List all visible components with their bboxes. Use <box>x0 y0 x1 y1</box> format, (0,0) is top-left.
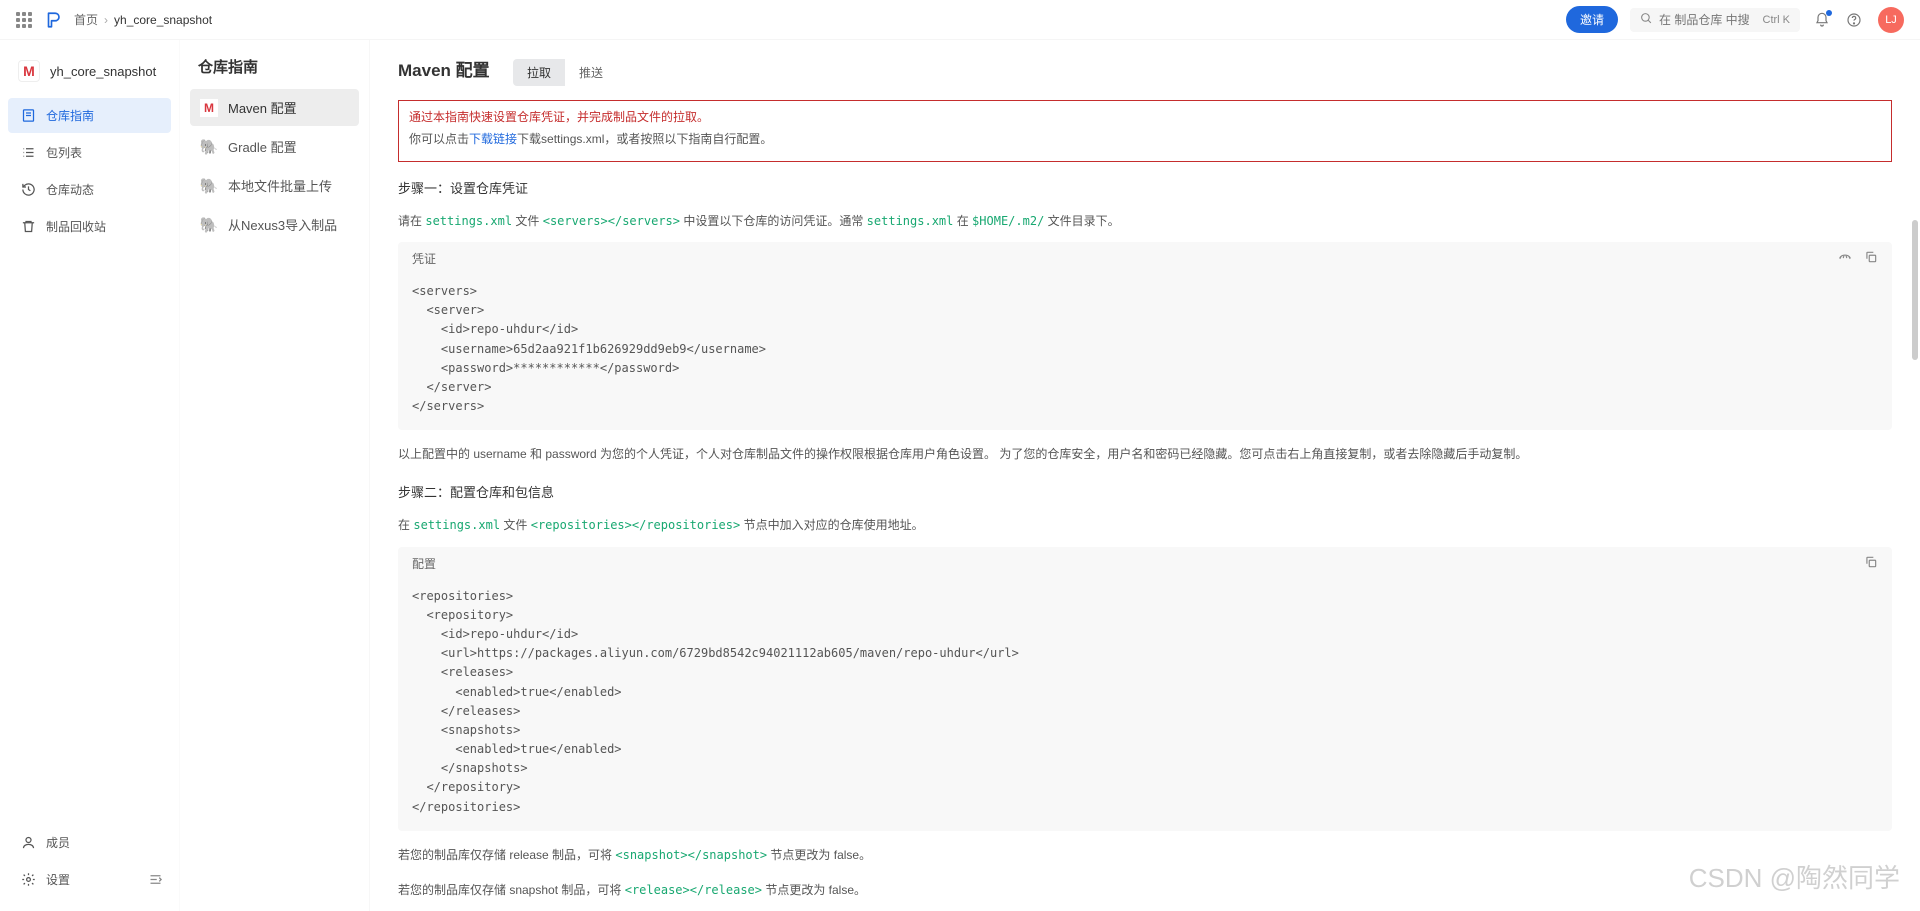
subnav-title: 仓库指南 <box>190 56 359 89</box>
help-icon[interactable] <box>1846 12 1862 28</box>
avatar[interactable]: LJ <box>1878 7 1904 33</box>
note-snapshot: 若您的制品库仅存储 release 制品，可将 <snapshot></snap… <box>398 845 1892 867</box>
nav-settings[interactable]: 设置 <box>8 862 140 897</box>
nav-guide[interactable]: 仓库指南 <box>8 98 171 133</box>
gradle-icon: 🐘 <box>200 138 218 156</box>
intro-download: 你可以点击下载链接下载settings.xml，或者按照以下指南自行配置。 <box>409 129 1881 151</box>
subnav-nexus[interactable]: 🐘 从Nexus3导入制品 <box>190 206 359 243</box>
repo-header: M yh_core_snapshot <box>8 52 171 90</box>
subnav-label: 从Nexus3导入制品 <box>228 215 337 234</box>
guide-icon <box>20 108 36 124</box>
code-title: 配置 <box>412 555 436 572</box>
step1-title: 步骤一：设置仓库凭证 <box>398 178 1892 197</box>
collapse-sidebar-icon[interactable] <box>140 864 171 898</box>
after-code1-note: 以上配置中的 username 和 password 为您的个人凭证，个人对仓库… <box>398 444 1892 466</box>
search-kbd-hint: Ctrl K <box>1763 14 1791 26</box>
code-block-credentials: 凭证 <servers> <server> <id>repo-uhdur</id… <box>398 242 1892 430</box>
repo-name: yh_core_snapshot <box>50 64 156 79</box>
tab-push[interactable]: 推送 <box>565 59 617 86</box>
nav-label: 成员 <box>46 834 70 851</box>
tabs: 拉取 推送 <box>513 59 617 86</box>
code-content[interactable]: <servers> <server> <id>repo-uhdur</id> <… <box>398 276 1892 430</box>
subnav-label: 本地文件批量上传 <box>228 176 332 195</box>
download-link[interactable]: 下载链接 <box>469 132 517 146</box>
subnav-label: Gradle 配置 <box>228 137 297 156</box>
history-icon <box>20 182 36 198</box>
search-input[interactable] <box>1659 13 1749 27</box>
breadcrumb: 首页 › yh_core_snapshot <box>74 11 1566 28</box>
nav-members[interactable]: 成员 <box>8 825 171 860</box>
copy-icon[interactable] <box>1864 250 1878 267</box>
tab-pull[interactable]: 拉取 <box>513 59 565 86</box>
nav-trash[interactable]: 制品回收站 <box>8 209 171 244</box>
nav-packages[interactable]: 包列表 <box>8 135 171 170</box>
notifications-icon[interactable] <box>1814 12 1830 28</box>
nav-label: 包列表 <box>46 144 82 161</box>
step2-text: 在 settings.xml 文件 <repositories></reposi… <box>398 515 1892 537</box>
trash-icon <box>20 219 36 235</box>
nexus-icon: 🐘 <box>200 216 218 234</box>
nav-label: 仓库指南 <box>46 107 94 124</box>
step1-text: 请在 settings.xml 文件 <servers></servers> 中… <box>398 211 1892 233</box>
note-release: 若您的制品库仅存储 snapshot 制品，可将 <release></rele… <box>398 880 1892 902</box>
maven-icon: M <box>200 99 218 117</box>
code-title: 凭证 <box>412 250 436 267</box>
nav-label: 制品回收站 <box>46 218 106 235</box>
left-sidebar: M yh_core_snapshot 仓库指南 包列表 仓库动态 制品回收站 成… <box>0 40 180 911</box>
code-content[interactable]: <repositories> <repository> <id>repo-uhd… <box>398 581 1892 831</box>
subnav-label: Maven 配置 <box>228 98 297 117</box>
search-box[interactable]: Ctrl K <box>1630 8 1800 32</box>
nav-label: 仓库动态 <box>46 181 94 198</box>
subnav-gradle[interactable]: 🐘 Gradle 配置 <box>190 128 359 165</box>
nav-activity[interactable]: 仓库动态 <box>8 172 171 207</box>
step2-title: 步骤二：配置仓库和包信息 <box>398 482 1892 501</box>
apps-grid-icon[interactable] <box>16 12 32 28</box>
top-bar: 首页 › yh_core_snapshot 邀请 Ctrl K LJ <box>0 0 1920 40</box>
copy-icon[interactable] <box>1864 555 1878 572</box>
product-logo-icon[interactable] <box>44 11 62 29</box>
gear-icon <box>20 872 36 888</box>
reveal-icon[interactable] <box>1838 250 1852 267</box>
breadcrumb-current: yh_core_snapshot <box>114 13 212 27</box>
invite-button[interactable]: 邀请 <box>1566 6 1618 33</box>
subnav-upload[interactable]: 🐘 本地文件批量上传 <box>190 167 359 204</box>
main-content: Maven 配置 拉取 推送 通过本指南快速设置仓库凭证，并完成制品文件的拉取。… <box>370 40 1920 911</box>
code-block-config: 配置 <repositories> <repository> <id>repo-… <box>398 547 1892 831</box>
page-title: Maven 配置 <box>398 56 490 81</box>
user-icon <box>20 835 36 851</box>
list-icon <box>20 145 36 161</box>
maven-icon: M <box>18 60 40 82</box>
breadcrumb-home[interactable]: 首页 <box>74 11 98 28</box>
scrollbar[interactable] <box>1912 220 1918 360</box>
sub-sidebar: 仓库指南 M Maven 配置 🐘 Gradle 配置 🐘 本地文件批量上传 🐘… <box>180 40 370 911</box>
subnav-maven[interactable]: M Maven 配置 <box>190 89 359 126</box>
intro-warning: 通过本指南快速设置仓库凭证，并完成制品文件的拉取。 <box>409 107 1881 129</box>
breadcrumb-sep: › <box>104 13 108 27</box>
upload-icon: 🐘 <box>200 177 218 195</box>
search-icon <box>1640 12 1653 28</box>
nav-label: 设置 <box>46 871 70 888</box>
highlighted-intro: 通过本指南快速设置仓库凭证，并完成制品文件的拉取。 你可以点击下载链接下载set… <box>398 100 1892 161</box>
